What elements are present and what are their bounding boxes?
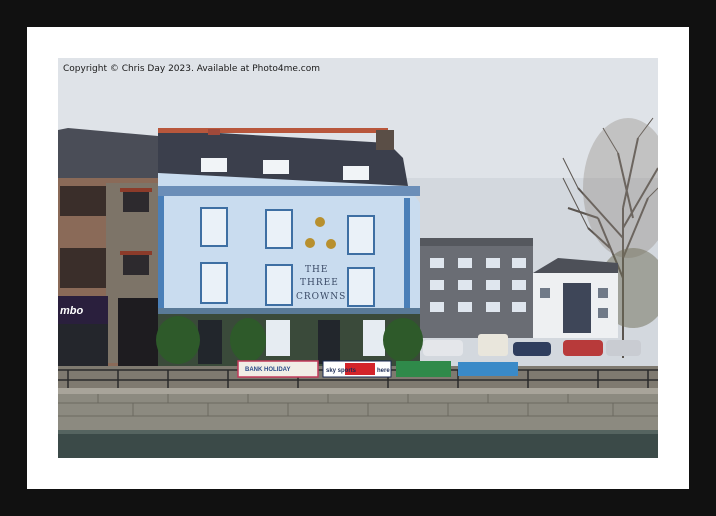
pub-name-line2: THREE	[300, 278, 339, 288]
water-reflection	[58, 430, 658, 434]
svg-text:sky sports: sky sports	[326, 368, 357, 374]
shop-sign-text: mbo	[60, 305, 84, 317]
pub-ground-floor	[156, 308, 423, 368]
banner-bank-holiday: BANK HOLIDAY	[237, 360, 319, 378]
crown-icon	[315, 217, 325, 227]
banner-green	[396, 361, 451, 377]
brick-building: mbo	[58, 128, 163, 378]
crown-icon	[305, 238, 315, 248]
white-houses	[533, 258, 618, 338]
modern-building	[418, 238, 533, 338]
pub-name-line1: THE	[305, 265, 328, 275]
svg-text:BANK HOLIDAY: BANK HOLIDAY	[245, 367, 290, 373]
pub-facade	[158, 173, 420, 308]
svg-text:here: here	[377, 368, 390, 374]
quay-wall	[58, 388, 658, 430]
banner-sky-sports: sky sports here	[322, 360, 392, 378]
harbour-pub-scene: mbo THE THREE CROWNS BANK HOLIDAY sky sp…	[58, 58, 658, 458]
crown-icon	[326, 239, 336, 249]
pub-name-line3: CROWNS	[296, 292, 346, 302]
banner-blue	[458, 362, 518, 376]
copyright-notice: Copyright © Chris Day 2023. Available at…	[63, 64, 320, 74]
photo: mbo THE THREE CROWNS BANK HOLIDAY sky sp…	[58, 58, 658, 458]
harbour-water	[58, 430, 658, 458]
